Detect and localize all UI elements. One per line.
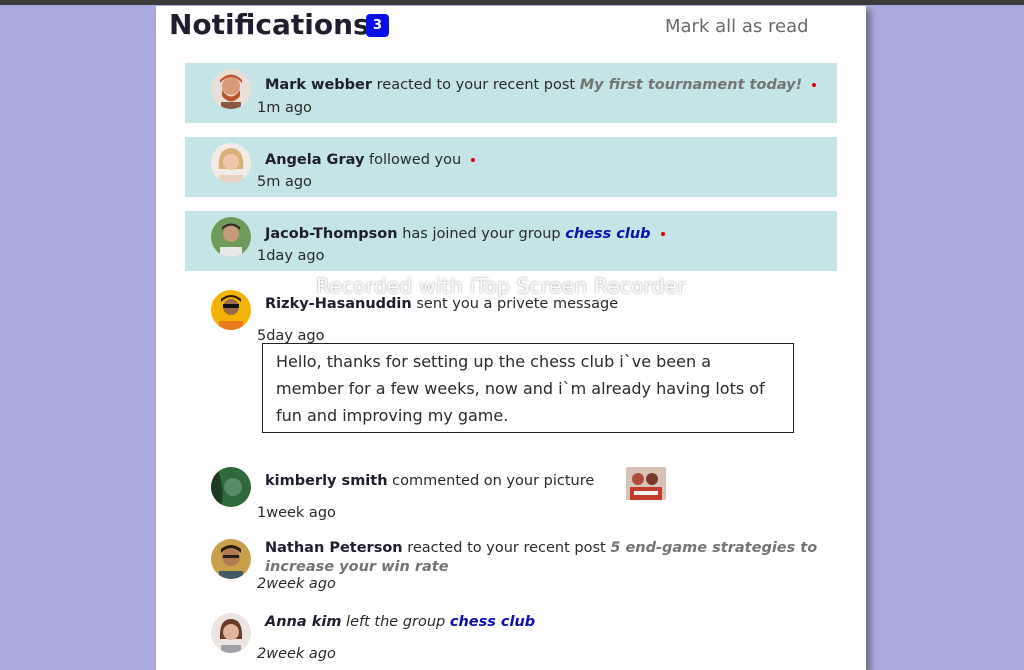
post-link[interactable]: My first tournament today!	[580, 77, 803, 93]
commented-picture-thumbnail[interactable]	[626, 467, 666, 500]
notification-text: Rizky-Hasanuddin sent you a privete mess…	[265, 296, 619, 312]
user-name-link[interactable]: Angela Gray	[265, 152, 364, 168]
notification-item[interactable]: Nathan Peterson reacted to your recent p…	[185, 531, 837, 596]
mark-all-as-read-button[interactable]: Mark all as read	[665, 16, 809, 37]
notification-item[interactable]: kimberly smith commented on your picture…	[185, 461, 837, 521]
page-title: Notifications	[169, 8, 370, 41]
notification-text: Nathan Peterson reacted to your recent p…	[265, 540, 818, 575]
timestamp: 1week ago	[257, 505, 336, 521]
timestamp: 2week ago	[257, 646, 336, 662]
avatar-jacob-thompson[interactable]	[211, 217, 251, 257]
user-name-link[interactable]: Anna kim	[265, 614, 341, 630]
notification-text: Angela Gray followed you	[265, 152, 476, 168]
avatar-nathan-peterson[interactable]	[211, 539, 251, 579]
avatar-kimberly-smith[interactable]	[211, 467, 251, 507]
notification-text: Mark webber reacted to your recent post …	[265, 77, 817, 93]
group-link[interactable]: chess club	[450, 614, 535, 630]
timestamp: 5m ago	[257, 174, 312, 190]
user-name-link[interactable]: Jacob-Thompson	[265, 226, 398, 242]
notification-item[interactable]: Anna kim left the group chess club 2week…	[185, 606, 837, 670]
unread-dot	[471, 158, 476, 162]
recorder-watermark: Recorded with iTop Screen Recorder	[316, 274, 686, 298]
group-link[interactable]: chess club	[565, 226, 650, 242]
notification-text: Anna kim left the group chess club	[265, 614, 536, 630]
user-name-link[interactable]: kimberly smith	[265, 473, 388, 489]
notification-item[interactable]: Mark webber reacted to your recent post …	[185, 63, 837, 123]
avatar-angela-gray[interactable]	[211, 143, 251, 183]
user-name-link[interactable]: Rizky-Hasanuddin	[265, 296, 412, 312]
notification-text: kimberly smith commented on your picture	[265, 473, 595, 489]
unread-dot	[812, 83, 817, 87]
unread-dot	[660, 232, 665, 236]
avatar-rizky-hasanuddin[interactable]	[211, 290, 251, 330]
avatar-anna-kim[interactable]	[211, 613, 251, 653]
timestamp: 1day ago	[257, 248, 325, 264]
notifications-panel: Notifications 3 Mark all as read Mark we…	[156, 6, 866, 670]
timestamp: 1m ago	[257, 100, 312, 116]
notification-item[interactable]: Angela Gray followed you 5m ago	[185, 137, 837, 197]
user-name-link[interactable]: Nathan Peterson	[265, 540, 403, 556]
private-message-box[interactable]: Hello, thanks for setting up the chess c…	[262, 343, 794, 433]
timestamp: 5day ago	[257, 328, 325, 344]
notification-text: Jacob-Thompson has joined your group che…	[265, 226, 665, 242]
top-window-bar	[0, 0, 1024, 5]
user-name-link[interactable]: Mark webber	[265, 77, 372, 93]
notification-item[interactable]: Jacob-Thompson has joined your group che…	[185, 211, 837, 271]
avatar-mark-webber[interactable]	[211, 69, 251, 109]
timestamp: 2week ago	[257, 576, 336, 592]
unread-count-badge: 3	[366, 14, 389, 37]
